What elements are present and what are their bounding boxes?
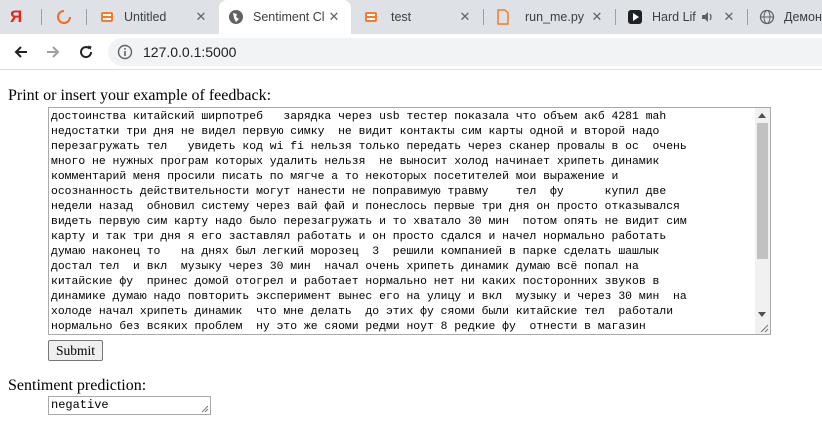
feedback-text[interactable]: достоинства китайский ширпотреб зарядка … (49, 108, 755, 334)
tab-test[interactable]: test ✕ (352, 0, 482, 34)
info-icon[interactable] (117, 44, 133, 60)
globe-icon (228, 9, 244, 25)
play-icon (627, 9, 643, 25)
tab-close-icon[interactable]: ✕ (193, 9, 209, 25)
tab-title: run_me.py (525, 10, 585, 24)
scroll-down-icon[interactable] (758, 312, 766, 317)
url-text: 127.0.0.1:5000 (143, 44, 237, 60)
tab-demon[interactable]: Демон (748, 0, 822, 34)
back-button[interactable] (7, 38, 35, 66)
textarea-scrollbar[interactable] (755, 108, 770, 334)
tab-title: Sentiment Cl (253, 10, 325, 24)
browser-toolbar: 127.0.0.1:5000 (0, 34, 822, 70)
speaker-icon[interactable] (700, 10, 714, 24)
stack-icon (99, 9, 115, 25)
resize-grip-icon[interactable] (200, 404, 209, 413)
prediction-label: Sentiment prediction: (8, 377, 147, 394)
scrollbar-thumb[interactable] (757, 123, 768, 259)
tab-run-me-py[interactable]: run_me.py ✕ (484, 0, 614, 34)
file-icon (495, 9, 511, 25)
back-arrow-icon (14, 46, 27, 58)
tab-separator (86, 9, 87, 25)
tab-close-icon[interactable]: ✕ (589, 9, 605, 25)
loading-spinner-icon (56, 9, 72, 25)
forward-arrow-icon (47, 46, 60, 58)
scroll-up-icon[interactable] (758, 113, 766, 118)
tab-close-icon[interactable]: ✕ (721, 9, 737, 25)
prediction-output[interactable]: negative (48, 396, 211, 415)
tab-title: Untitled (124, 10, 167, 24)
stack-icon (363, 9, 379, 25)
submit-button[interactable]: Submit (48, 340, 104, 361)
tab-separator (41, 9, 42, 25)
tab-hard-life[interactable]: Hard Lif ✕ (616, 0, 746, 34)
yandex-icon: Я (10, 7, 23, 26)
forward-button[interactable] (39, 38, 67, 66)
tab-close-icon[interactable]: ✕ (326, 9, 342, 25)
address-bar[interactable]: 127.0.0.1:5000 (108, 38, 822, 66)
globe-icon (759, 9, 775, 25)
tab-yandex[interactable]: Я (0, 0, 34, 34)
tab-sentiment-classifier[interactable]: Sentiment Cl ✕ (219, 0, 351, 34)
tab-title: Hard Lif (652, 10, 696, 24)
tab-untitled[interactable]: Untitled ✕ (88, 0, 218, 34)
tab-title: Демон (784, 10, 822, 24)
tab-title: test (391, 10, 412, 24)
tab-close-icon[interactable]: ✕ (457, 9, 473, 25)
reload-button[interactable] (72, 38, 100, 66)
browser-tab-strip: Я Untitled ✕ Sentiment Cl ✕ test ✕ run_m… (0, 0, 822, 34)
resize-grip-icon[interactable] (759, 323, 769, 333)
tab-loading[interactable] (44, 0, 84, 34)
prediction-value: negative (51, 398, 109, 412)
feedback-label: Print or insert your example of feedback… (8, 87, 272, 104)
reload-icon (80, 45, 93, 59)
feedback-textarea[interactable]: достоинства китайский ширпотреб зарядка … (48, 107, 771, 335)
